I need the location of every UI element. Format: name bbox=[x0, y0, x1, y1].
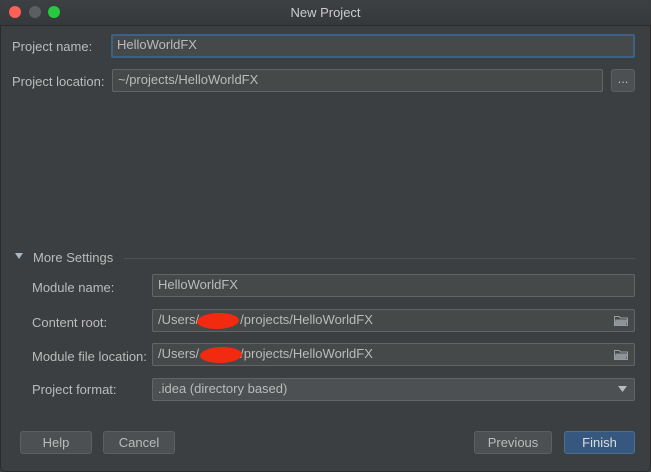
project-format-value: .idea (directory based) bbox=[158, 381, 288, 396]
content-root-suffix: /projects/HelloWorldFX bbox=[240, 312, 373, 327]
folder-icon[interactable] bbox=[614, 315, 628, 326]
finish-button[interactable]: Finish bbox=[564, 431, 635, 454]
module-name-value: HelloWorldFX bbox=[158, 277, 238, 292]
help-button[interactable]: Help bbox=[20, 431, 92, 454]
content-root-prefix: /Users/ bbox=[158, 312, 200, 327]
project-location-value: ~/projects/HelloWorldFX bbox=[118, 72, 259, 87]
collapse-triangle-icon[interactable] bbox=[14, 251, 24, 261]
project-location-input[interactable]: ~/projects/HelloWorldFX bbox=[112, 69, 603, 92]
project-name-input[interactable]: HelloWorldFX bbox=[111, 34, 635, 58]
module-file-location-label: Module file location: bbox=[32, 349, 147, 364]
title-bar: New Project bbox=[0, 0, 651, 26]
project-location-label: Project location: bbox=[12, 74, 105, 89]
project-name-value: HelloWorldFX bbox=[117, 37, 197, 52]
cancel-button[interactable]: Cancel bbox=[103, 431, 175, 454]
project-format-select[interactable]: .idea (directory based) bbox=[152, 378, 635, 401]
section-divider bbox=[124, 258, 635, 259]
more-settings-header[interactable]: More Settings bbox=[33, 250, 113, 265]
chevron-down-icon bbox=[618, 386, 627, 392]
new-project-dialog: New Project Project name: HelloWorldFX P… bbox=[0, 0, 651, 472]
module-name-label: Module name: bbox=[32, 280, 115, 295]
window-title: New Project bbox=[290, 5, 361, 20]
project-format-label: Project format: bbox=[32, 382, 117, 397]
previous-button[interactable]: Previous bbox=[474, 431, 552, 454]
module-file-suffix: /projects/HelloWorldFX bbox=[240, 346, 373, 361]
folder-icon[interactable] bbox=[614, 349, 628, 360]
browse-location-button[interactable]: ... bbox=[611, 69, 635, 92]
content-root-label: Content root: bbox=[32, 315, 108, 330]
module-name-input[interactable]: HelloWorldFX bbox=[152, 274, 635, 297]
project-name-label: Project name: bbox=[12, 39, 93, 54]
module-file-prefix: /Users/ bbox=[158, 346, 200, 361]
